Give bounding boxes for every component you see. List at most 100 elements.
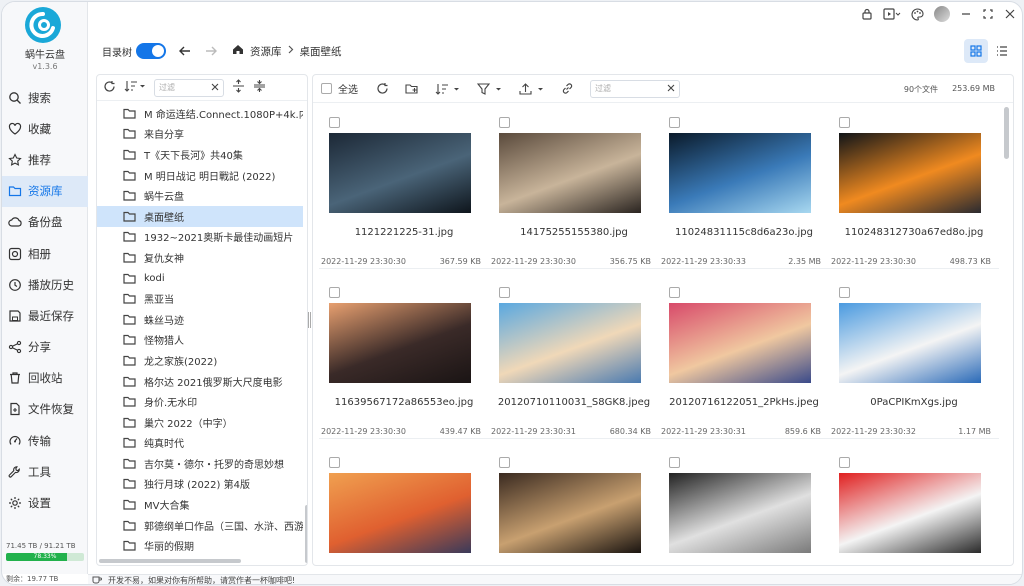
folder-item[interactable]: 1932~2021奥斯卡最佳动画短片 xyxy=(97,227,303,248)
clear-icon[interactable] xyxy=(211,83,219,93)
new-folder-icon[interactable] xyxy=(405,83,419,95)
folder-item[interactable]: MV大合集 xyxy=(97,494,303,515)
minimize-icon[interactable] xyxy=(960,8,972,20)
file-checkbox[interactable] xyxy=(499,457,510,468)
file-checkbox[interactable] xyxy=(669,117,680,128)
folder-item[interactable]: 来自分享 xyxy=(97,124,303,145)
home-icon[interactable] xyxy=(232,44,244,58)
expand-all-icon[interactable] xyxy=(232,79,245,96)
file-thumbnail[interactable] xyxy=(669,133,811,213)
folder-item[interactable]: 复仇女神 xyxy=(97,247,303,268)
sidebar-item-file-restore[interactable]: 文件恢复 xyxy=(2,394,88,425)
folder-tree-hscrollbar[interactable] xyxy=(99,559,241,563)
file-thumbnail[interactable] xyxy=(329,473,471,553)
file-card[interactable]: 20120710110031_S8GK8.jpeg 2022-11-29 23:3… xyxy=(489,279,659,439)
folder-item[interactable]: 独行月球 (2022) 第4版 xyxy=(97,474,303,495)
sidebar-item-cloud[interactable]: 备份盘 xyxy=(2,207,88,238)
file-checkbox[interactable] xyxy=(499,287,510,298)
file-checkbox[interactable] xyxy=(499,117,510,128)
file-card[interactable]: 0PaCPIKmXgs.jpg 2022-11-29 23:30:32 1.17 M… xyxy=(829,279,999,439)
lock-icon[interactable] xyxy=(861,8,873,20)
refresh-icon[interactable] xyxy=(103,80,116,96)
breadcrumb-item-current[interactable]: 桌面壁纸 xyxy=(300,44,342,59)
tree-toggle[interactable] xyxy=(136,43,166,59)
panel-splitter-handle[interactable] xyxy=(308,312,311,328)
upload-icon[interactable] xyxy=(519,82,545,95)
folder-tree-scrollbar[interactable] xyxy=(305,505,307,563)
filter-funnel-icon[interactable] xyxy=(477,82,503,95)
file-thumbnail[interactable] xyxy=(499,473,641,553)
file-card[interactable]: 20120716122051_2PkHs.jpeg 2022-11-29 23:3… xyxy=(659,279,829,439)
file-thumbnail[interactable] xyxy=(329,133,471,213)
sidebar-item-save[interactable]: 最近保存 xyxy=(2,300,88,331)
file-card[interactable]: 110248312730a67ed8o.jpg 2022-11-29 23:30:… xyxy=(829,109,999,269)
file-checkbox[interactable] xyxy=(839,287,850,298)
file-thumbnail[interactable] xyxy=(669,473,811,553)
folder-item[interactable]: 华丽的假期 xyxy=(97,535,303,556)
file-card[interactable]: 11024831115c8d6a23o.jpg 2022-11-29 23:30:… xyxy=(659,109,829,269)
file-checkbox[interactable] xyxy=(669,457,680,468)
sidebar-item-history[interactable]: 播放历史 xyxy=(2,269,88,300)
folder-item[interactable]: kodi xyxy=(97,268,303,289)
folder-item[interactable]: 蜗牛云盘 xyxy=(97,185,303,206)
folder-item[interactable]: 蛛丝马迹 xyxy=(97,309,303,330)
sidebar-item-transfer[interactable]: 传输 xyxy=(2,425,88,456)
file-grid-scrollbar[interactable] xyxy=(1004,107,1009,159)
sidebar-item-share[interactable]: 分享 xyxy=(2,332,88,363)
sidebar-item-heart[interactable]: 收藏 xyxy=(2,113,88,144)
file-thumbnail[interactable] xyxy=(839,303,981,383)
folder-item[interactable]: 桌面壁纸 xyxy=(97,205,303,227)
maximize-icon[interactable] xyxy=(982,8,994,20)
file-checkbox[interactable] xyxy=(669,287,680,298)
clear-icon[interactable] xyxy=(667,84,675,94)
refresh-files-icon[interactable] xyxy=(376,82,389,95)
file-card[interactable]: 1121221225-31.jpg 2022-11-29 23:30:30 367.… xyxy=(319,109,489,269)
sidebar-item-camera[interactable]: 相册 xyxy=(2,238,88,269)
file-card[interactable] xyxy=(489,449,659,565)
folder-item[interactable]: 郭德纲单口作品（三国、水浒、西游 xyxy=(97,515,303,536)
file-checkbox[interactable] xyxy=(329,457,340,468)
sort-icon[interactable] xyxy=(124,80,146,95)
file-thumbnail[interactable] xyxy=(839,473,981,553)
folder-item[interactable]: 格尔达 2021俄罗斯大尺度电影 xyxy=(97,371,303,392)
link-icon[interactable] xyxy=(561,82,574,95)
list-view-button[interactable] xyxy=(990,39,1014,63)
palette-icon[interactable] xyxy=(911,7,924,21)
folder-item[interactable]: 黑亚当 xyxy=(97,288,303,309)
folder-item[interactable]: M 命运连结.Connect.1080P+4k.内嵌 xyxy=(97,103,303,124)
folder-item[interactable]: T《天下長河》共40集 xyxy=(97,144,303,165)
folder-item[interactable]: 吉尔莫・德尔・托罗的奇思妙想 xyxy=(97,453,303,474)
folder-filter-input[interactable]: 过滤 xyxy=(154,78,224,97)
folder-item[interactable]: 龙之家族(2022) xyxy=(97,350,303,371)
folder-item[interactable]: 身价.无水印 xyxy=(97,391,303,412)
file-thumbnail[interactable] xyxy=(499,133,641,213)
select-all-checkbox[interactable]: 全选 xyxy=(321,81,358,96)
file-thumbnail[interactable] xyxy=(329,303,471,383)
file-checkbox[interactable] xyxy=(329,287,340,298)
collapse-all-icon[interactable] xyxy=(253,79,266,96)
close-icon[interactable] xyxy=(1004,8,1016,20)
file-card[interactable]: 4d086e061d950a7bff0e5ad409d1 xyxy=(829,449,999,565)
grid-view-button[interactable] xyxy=(964,39,988,63)
file-thumbnail[interactable] xyxy=(669,303,811,383)
folder-item[interactable]: 怪物猎人 xyxy=(97,330,303,351)
back-arrow-icon[interactable] xyxy=(178,45,192,57)
file-thumbnail[interactable] xyxy=(499,303,641,383)
file-card[interactable] xyxy=(659,449,829,565)
avatar[interactable] xyxy=(934,6,950,22)
sort-files-icon[interactable] xyxy=(435,83,461,95)
file-checkbox[interactable] xyxy=(839,117,850,128)
breadcrumb-item-library[interactable]: 资源库 xyxy=(250,44,282,59)
player-icon[interactable] xyxy=(883,8,901,20)
forward-arrow-icon[interactable] xyxy=(204,45,218,57)
file-checkbox[interactable] xyxy=(839,457,850,468)
sidebar-item-search[interactable]: 搜索 xyxy=(2,82,88,113)
file-card[interactable]: 11639567172a86553eo.jpg 2022-11-29 23:30:… xyxy=(319,279,489,439)
select-all-box[interactable] xyxy=(321,83,332,94)
sidebar-item-wrench[interactable]: 工具 xyxy=(2,456,88,487)
sidebar-item-trash[interactable]: 回收站 xyxy=(2,363,88,394)
folder-item[interactable]: 纯真时代 xyxy=(97,433,303,454)
sidebar-item-star[interactable]: 推荐 xyxy=(2,144,88,175)
sidebar-item-folder[interactable]: 资源库 xyxy=(2,175,88,207)
folder-item[interactable]: M 明日战记 明日戰記 (2022) xyxy=(97,165,303,186)
